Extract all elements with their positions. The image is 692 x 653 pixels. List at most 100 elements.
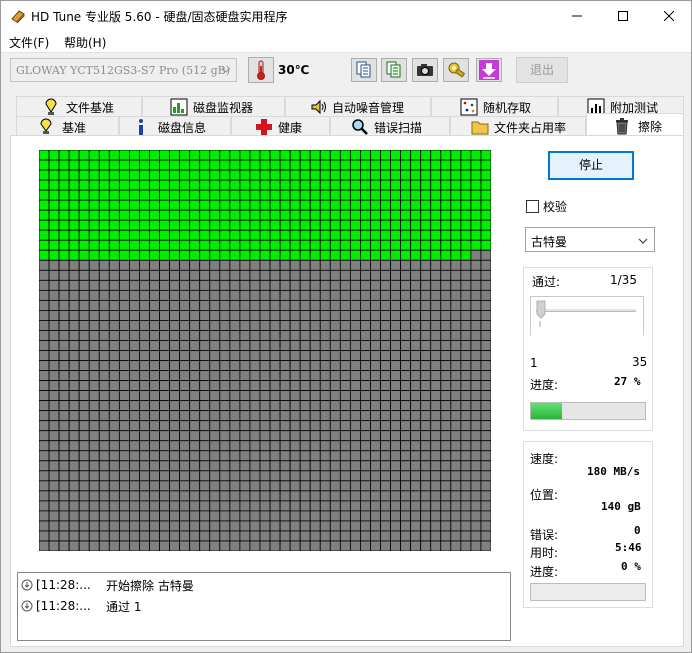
block-cell	[68, 470, 80, 482]
block-cell	[219, 340, 231, 351]
block-cell	[339, 420, 351, 432]
block-cell	[78, 490, 90, 502]
block-cell	[58, 249, 70, 261]
block-cell	[58, 159, 70, 171]
block-cell	[420, 150, 432, 161]
block-cell	[108, 350, 120, 361]
block-cell	[299, 239, 311, 251]
block-cell	[289, 159, 301, 171]
tab-disk-info[interactable]: 磁盘信息	[119, 116, 231, 136]
block-cell	[88, 370, 100, 381]
block-cell	[108, 410, 120, 422]
block-cell	[360, 420, 371, 432]
block-cell	[410, 289, 422, 301]
pass-slider[interactable]	[530, 296, 644, 336]
block-cell	[339, 159, 351, 171]
save-button[interactable]	[476, 58, 502, 82]
block-cell	[58, 269, 70, 281]
block-cell	[229, 450, 241, 462]
block-cell	[430, 330, 442, 341]
block-cell	[139, 169, 150, 181]
block-cell	[360, 410, 371, 422]
log-message: 通过 1	[106, 599, 142, 614]
menu-file[interactable]: 文件(F)	[9, 34, 49, 51]
tab-disk-monitor[interactable]: 磁盘监视器	[142, 96, 285, 116]
drive-select[interactable]: GLOWAY YCT512GS3-S7 Pro (512 gB)	[10, 58, 237, 82]
block-cell	[289, 320, 301, 331]
verify-checkbox[interactable]	[526, 200, 539, 213]
block-cell	[430, 410, 442, 422]
tab-folder-usage[interactable]: 文件夹占用率	[450, 116, 586, 136]
block-cell	[269, 430, 281, 442]
block-cell	[98, 309, 110, 321]
tab-noise-management[interactable]: 自动噪音管理	[285, 96, 431, 116]
block-cell	[118, 440, 130, 452]
block-cell	[410, 510, 422, 522]
block-cell	[380, 259, 391, 271]
copy-all-button[interactable]	[381, 58, 407, 82]
block-cell	[88, 169, 100, 181]
block-cell	[430, 259, 442, 271]
block-cell	[108, 540, 120, 551]
block-cell	[269, 320, 281, 331]
minimize-button[interactable]	[554, 1, 600, 31]
block-cell	[380, 360, 391, 371]
block-cell	[309, 430, 321, 442]
copy-info-button[interactable]	[351, 58, 377, 82]
block-cell	[440, 179, 452, 191]
benchmark-icon	[40, 118, 52, 134]
tab-erase[interactable]: 擦除	[586, 113, 684, 136]
temperature-button[interactable]	[248, 57, 274, 83]
tab-error-scan[interactable]: 错误扫描	[330, 116, 450, 136]
tab-benchmark[interactable]: 基准	[16, 116, 119, 136]
block-cell	[39, 159, 50, 171]
block-cell	[58, 490, 70, 502]
block-cell	[68, 289, 80, 301]
block-cell	[108, 309, 120, 321]
tab-random-access[interactable]: 随机存取	[431, 96, 558, 116]
erase-log[interactable]: [11:28:... 开始擦除 古特曼 [11:28:... 通过 1	[17, 572, 511, 641]
verify-option[interactable]: 校验	[526, 198, 567, 215]
block-cell	[249, 279, 261, 291]
block-cell	[139, 189, 150, 201]
close-button[interactable]	[646, 1, 692, 31]
options-button[interactable]	[443, 58, 469, 82]
title-bar[interactable]: HD Tune 专业版 5.60 - 硬盘/固态硬盘实用程序	[1, 1, 691, 31]
block-cell	[430, 209, 442, 221]
slider-min-label: 1	[530, 356, 538, 370]
block-cell	[249, 309, 261, 321]
maximize-button[interactable]	[600, 1, 646, 31]
block-cell	[98, 420, 110, 432]
speaker-icon	[311, 99, 326, 115]
block-cell	[209, 410, 221, 422]
block-cell	[209, 229, 221, 241]
block-cell	[410, 350, 422, 361]
block-cell	[78, 209, 90, 221]
exit-button[interactable]: 退出	[516, 57, 568, 83]
block-cell	[400, 430, 412, 442]
log-message: 开始擦除 古特曼	[106, 578, 194, 593]
tab-file-benchmark[interactable]: 文件基准	[16, 96, 142, 116]
block-cell	[189, 510, 201, 522]
block-cell	[470, 400, 482, 412]
block-cell	[219, 189, 231, 201]
block-cell	[440, 390, 452, 402]
minimize-icon	[572, 15, 582, 17]
menu-help[interactable]: 帮助(H)	[64, 34, 106, 51]
block-cell	[299, 299, 311, 311]
stop-button[interactable]: 停止	[548, 151, 634, 180]
block-cell	[480, 460, 491, 472]
block-cell	[400, 189, 412, 201]
block-cell	[480, 309, 491, 321]
block-cell	[68, 440, 80, 452]
block-cell	[259, 400, 271, 412]
block-cell	[349, 199, 361, 211]
block-cell	[279, 460, 291, 472]
tab-health[interactable]: 健康	[231, 116, 330, 136]
block-cell	[420, 510, 432, 522]
block-cell	[380, 320, 391, 331]
erase-method-select[interactable]: 古特曼	[525, 227, 655, 252]
block-cell	[329, 169, 341, 181]
screenshot-button[interactable]	[412, 58, 438, 82]
menu-divider	[1, 52, 691, 53]
